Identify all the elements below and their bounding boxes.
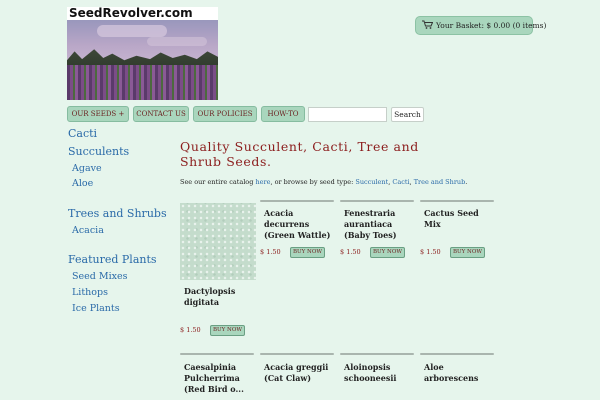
product-name[interactable]: Caesalpinia Pulcherrima (Red Bird o...: [184, 362, 258, 395]
basket-label: Your Basket: $ 0.00 (0 items): [436, 21, 547, 30]
product-name[interactable]: Aloinopsis schooneesii: [344, 362, 416, 384]
sidebar-lithops[interactable]: Lithops: [72, 287, 108, 298]
buy-now-button[interactable]: BUY NOW: [370, 247, 405, 258]
product-name[interactable]: Fenestraria aurantiaca (Baby Toes): [344, 208, 418, 241]
site-logo[interactable]: SeedRevolver.com: [67, 7, 218, 20]
product-name[interactable]: Aloe arborescens: [424, 362, 496, 384]
product-name[interactable]: Cactus Seed Mix: [424, 208, 496, 230]
basket-button[interactable]: Your Basket: $ 0.00 (0 items): [415, 16, 546, 35]
search-button[interactable]: Search: [391, 107, 424, 122]
intro-text: See our entire catalog here, or browse b…: [180, 178, 467, 186]
product-name[interactable]: Acacia decurrens (Green Wattle): [264, 208, 336, 241]
nav-our-policies[interactable]: OUR POLICIES: [193, 106, 257, 122]
card-divider: [420, 200, 494, 202]
card-divider: [260, 200, 334, 202]
intro-text-part: , or browse by seed type:: [270, 178, 356, 186]
product-price: $ 1.50: [420, 248, 441, 256]
product-price: $ 1.50: [260, 248, 281, 256]
product-name[interactable]: Acacia greggii (Cat Claw): [264, 362, 336, 384]
product-image[interactable]: [180, 203, 256, 280]
buy-now-button[interactable]: BUY NOW: [210, 325, 245, 336]
sidebar-cacti[interactable]: Cacti: [68, 127, 97, 140]
cacti-link[interactable]: Cacti: [392, 178, 409, 186]
product-price: $ 1.50: [180, 326, 201, 334]
sidebar-seed-mixes[interactable]: Seed Mixes: [72, 271, 127, 282]
sidebar-succulents[interactable]: Succulents: [68, 145, 129, 158]
product-price: $ 1.50: [340, 248, 361, 256]
sidebar-trees-and-shrubs[interactable]: Trees and Shrubs: [68, 207, 167, 220]
sidebar-aloe[interactable]: Aloe: [72, 178, 93, 189]
sidebar-featured-plants[interactable]: Featured Plants: [68, 253, 157, 266]
sidebar-ice-plants[interactable]: Ice Plants: [72, 303, 120, 314]
nav-our-seeds[interactable]: OUR SEEDS +: [67, 106, 129, 122]
buy-now-button[interactable]: BUY NOW: [450, 247, 485, 258]
page-title: Quality Succulent, Cacti, Tree and Shrub…: [180, 139, 419, 169]
card-divider: [340, 353, 414, 355]
search-input[interactable]: [308, 107, 387, 122]
header-banner-image[interactable]: [67, 7, 218, 100]
intro-text-part: See our entire catalog: [180, 178, 256, 186]
intro-text-part: .: [465, 178, 468, 186]
succulent-link[interactable]: Succulent: [355, 178, 388, 186]
nav-contact-us[interactable]: CONTACT US: [133, 106, 189, 122]
card-divider: [340, 200, 414, 202]
card-divider: [420, 353, 494, 355]
sidebar-acacia[interactable]: Acacia: [72, 225, 104, 236]
product-name[interactable]: Dactylopsis digitata: [184, 286, 254, 308]
card-divider: [260, 353, 334, 355]
cart-icon: [422, 18, 434, 35]
buy-now-button[interactable]: BUY NOW: [290, 247, 325, 258]
sidebar-agave[interactable]: Agave: [72, 163, 102, 174]
card-divider: [180, 353, 254, 355]
catalog-link[interactable]: here: [255, 178, 270, 186]
nav-how-to[interactable]: HOW-TO: [261, 106, 305, 122]
tree-and-shrub-link[interactable]: Tree and Shrub: [414, 178, 466, 186]
